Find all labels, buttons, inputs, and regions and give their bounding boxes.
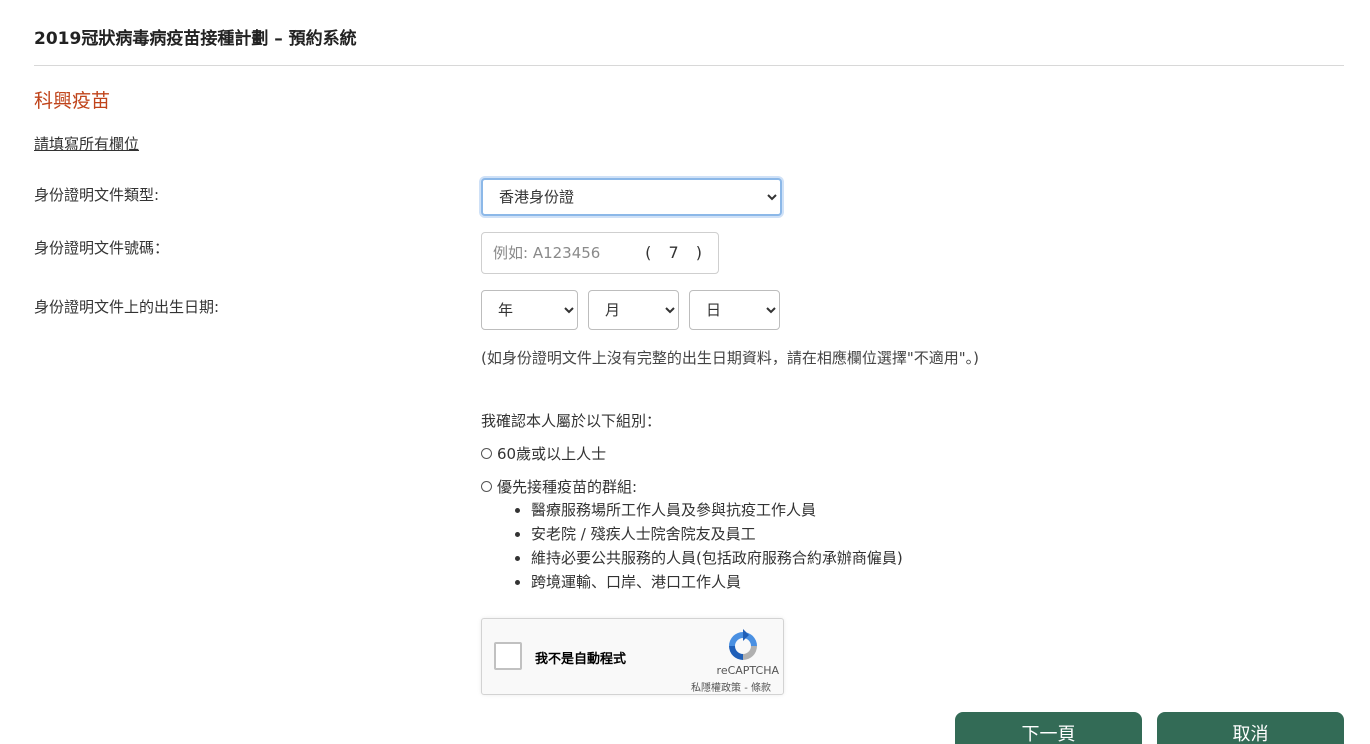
recaptcha-brand: reCAPTCHA: [716, 664, 779, 677]
option-priority-group-label: 優先接種疫苗的群組:: [497, 478, 638, 496]
doc-type-label: 身份證明文件類型:: [34, 186, 160, 204]
list-item: 醫療服務場所工作人員及參與抗疫工作人員: [531, 498, 903, 522]
dob-label: 身份證明文件上的出生日期:: [34, 298, 220, 316]
booking-page: 2019冠狀病毒病疫苗接種計劃 – 預約系統 科興疫苗 請填寫所有欄位 身份證明…: [0, 0, 1370, 744]
next-button[interactable]: 下一頁: [955, 712, 1142, 744]
radio-button[interactable]: [481, 481, 492, 492]
dob-note: (如身份證明文件上沒有完整的出生日期資料，請在相應欄位選擇"不適用"。): [481, 349, 980, 367]
option-60-plus[interactable]: 60歲或以上人士: [481, 443, 606, 464]
doc-number-label: 身份證明文件號碼：: [34, 239, 170, 257]
cancel-button[interactable]: 取消: [1157, 712, 1344, 744]
dob-day-select[interactable]: 日: [689, 290, 780, 330]
doc-type-select[interactable]: 香港身份證: [481, 178, 782, 216]
confirm-prompt: 我確認本人屬於以下組別：: [481, 412, 662, 430]
recaptcha-logo-icon: [729, 629, 757, 660]
dob-year-select[interactable]: 年: [481, 290, 578, 330]
vaccine-title: 科興疫苗: [34, 90, 111, 112]
doc-number-field: ( 7 ): [481, 232, 719, 274]
option-60-plus-label: 60歲或以上人士: [497, 445, 607, 463]
list-item: 維持必要公共服務的人員(包括政府服務合約承辦商僱員): [531, 546, 903, 570]
recaptcha-label: 我不是自動程式: [535, 652, 627, 667]
dob-month-select[interactable]: 月: [588, 290, 679, 330]
list-item: 跨境運輸、口岸、港口工作人員: [531, 570, 903, 594]
title-divider: [34, 65, 1344, 66]
radio-button[interactable]: [481, 448, 492, 459]
required-fields-note: 請填寫所有欄位: [34, 135, 140, 153]
list-item: 安老院 / 殘疾人士院舍院友及員工: [531, 522, 903, 546]
check-digit: ( 7 ): [645, 243, 708, 262]
page-title: 2019冠狀病毒病疫苗接種計劃 – 預約系統: [34, 29, 357, 49]
priority-group-list: 醫療服務場所工作人員及參與抗疫工作人員 安老院 / 殘疾人士院舍院友及員工 維持…: [513, 498, 903, 594]
option-priority-group[interactable]: 優先接種疫苗的群組:: [481, 476, 637, 497]
recaptcha-checkbox[interactable]: [494, 642, 522, 670]
recaptcha-terms-link[interactable]: 私隱權政策 - 條款: [691, 679, 771, 694]
recaptcha-widget: 我不是自動程式 reCAPTCHA 私隱權政策 - 條款: [481, 618, 784, 695]
